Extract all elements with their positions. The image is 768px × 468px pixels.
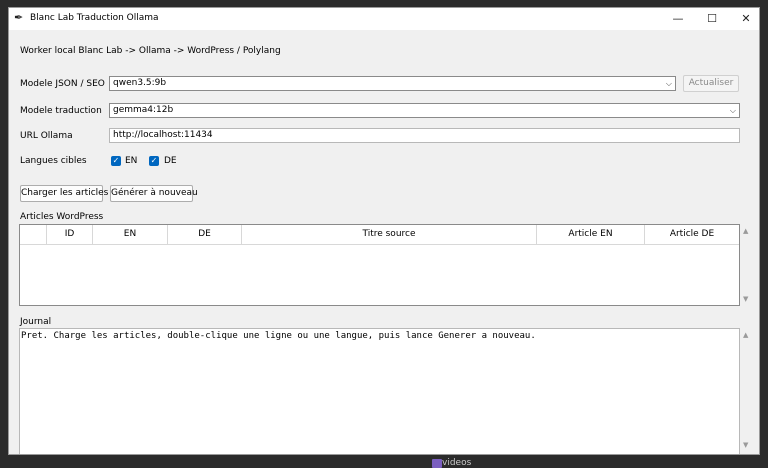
minimize-button[interactable]: — (663, 8, 693, 30)
scroll-up-arrow-icon[interactable]: ▲ (743, 331, 748, 339)
refresh-button[interactable]: Actualiser (683, 75, 739, 92)
scroll-down-arrow-icon[interactable]: ▼ (743, 295, 748, 303)
checkbox-en[interactable]: ✓ (111, 156, 121, 166)
window-title: Blanc Lab Traduction Ollama (30, 13, 159, 23)
chevron-down-icon: ⌵ (665, 79, 672, 88)
translation-model-select[interactable]: gemma4:12b ⌵ (109, 103, 740, 118)
scroll-up-arrow-icon[interactable]: ▲ (743, 227, 748, 235)
scroll-down-arrow-icon[interactable]: ▼ (743, 441, 748, 449)
column-header-select[interactable] (20, 225, 47, 244)
target-languages-label: Langues cibles (20, 156, 87, 166)
journal-log[interactable]: Pret. Charge les articles, double-clique… (19, 328, 740, 454)
regenerate-button[interactable]: Générer à nouveau (110, 185, 198, 202)
journal-section-label: Journal (20, 317, 52, 327)
column-header-article-en[interactable]: Article EN (537, 225, 645, 244)
column-header-id[interactable]: ID (47, 225, 93, 244)
articles-table[interactable]: ID EN DE Titre source Article EN Article… (19, 224, 740, 306)
checkbox-en-label[interactable]: EN (125, 156, 137, 166)
pipeline-description: Worker local Blanc Lab -> Ollama -> Word… (20, 46, 281, 56)
table-header: ID EN DE Titre source Article EN Article… (20, 225, 739, 245)
feather-icon: ✒ (14, 11, 24, 24)
json-model-label: Modele JSON / SEO (20, 79, 105, 89)
column-header-de[interactable]: DE (168, 225, 242, 244)
ollama-url-input[interactable]: http://localhost:11434 (109, 128, 740, 143)
column-header-article-de[interactable]: Article DE (645, 225, 739, 244)
taskbar-app-icon[interactable] (432, 459, 442, 468)
app-window: ✒ Blanc Lab Traduction Ollama — ☐ ✕ Work… (8, 7, 760, 455)
articles-section-label: Articles WordPress (20, 212, 104, 222)
taskbar-item-label[interactable]: videos (442, 458, 471, 468)
column-header-en[interactable]: EN (93, 225, 168, 244)
chevron-down-icon: ⌵ (729, 106, 736, 115)
load-articles-button[interactable]: Charger les articles (20, 185, 108, 202)
close-button[interactable]: ✕ (731, 8, 759, 30)
checkbox-de[interactable]: ✓ (149, 156, 159, 166)
json-model-select[interactable]: qwen3.5:9b ⌵ (109, 76, 676, 91)
title-bar[interactable]: ✒ Blanc Lab Traduction Ollama — ☐ ✕ (9, 8, 759, 30)
ollama-url-label: URL Ollama (20, 131, 73, 141)
checkbox-de-label[interactable]: DE (164, 156, 177, 166)
maximize-button[interactable]: ☐ (697, 8, 727, 30)
translation-model-label: Modele traduction (20, 106, 102, 116)
translation-model-value: gemma4:12b (113, 105, 174, 115)
json-model-value: qwen3.5:9b (113, 78, 167, 88)
column-header-source-title[interactable]: Titre source (242, 225, 537, 244)
